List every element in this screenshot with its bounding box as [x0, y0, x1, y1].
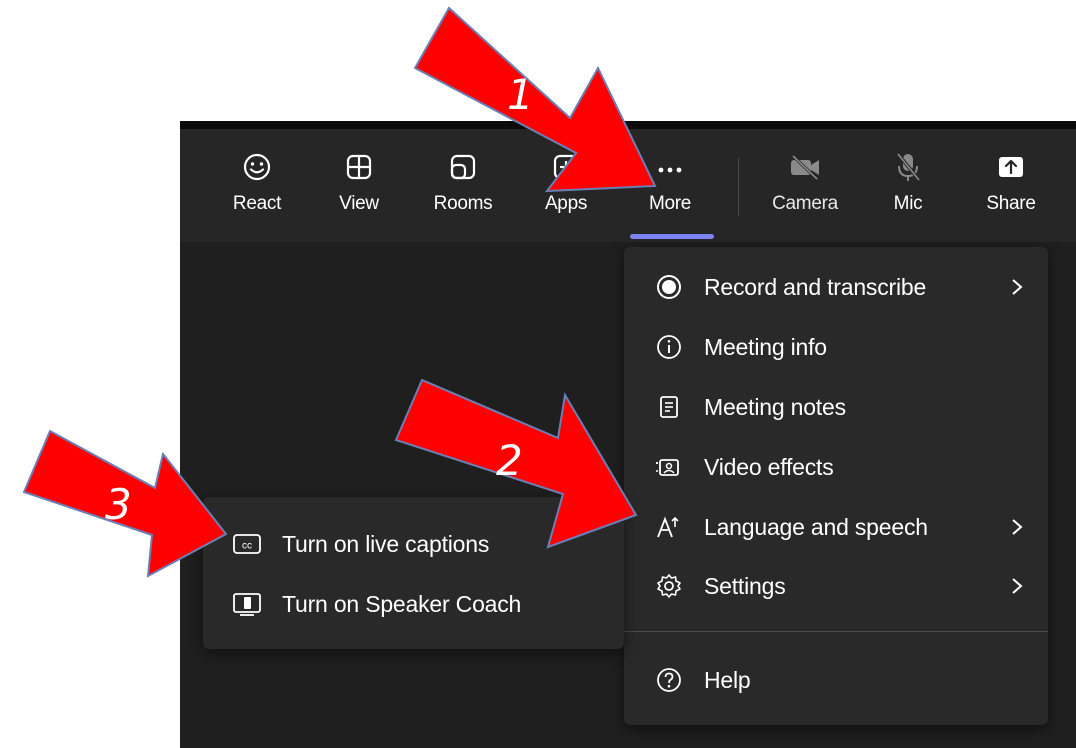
view-button[interactable]: View [324, 150, 394, 230]
react-button[interactable]: React [222, 150, 292, 230]
smiley-icon [240, 150, 274, 184]
camera-label: Camera [772, 193, 838, 214]
view-label: View [339, 193, 379, 214]
more-selected-indicator [630, 234, 714, 239]
mic-off-icon [891, 150, 925, 184]
rooms-icon [446, 150, 480, 184]
chevron-right-icon [1010, 517, 1028, 537]
submenu-item-label: Turn on Speaker Coach [282, 590, 522, 617]
grid-icon [342, 150, 376, 184]
submenu-item-label: Turn on live captions [282, 530, 490, 557]
menu-divider [624, 631, 1048, 632]
menu-item-label: Meeting info [704, 333, 827, 360]
menu-item-video-effects[interactable]: Video effects [624, 440, 1048, 494]
more-menu: Record and transcribe Meeting info Meeti… [624, 247, 1048, 725]
more-button[interactable]: More [635, 150, 705, 230]
mic-button[interactable]: Mic [873, 150, 943, 230]
share-icon [994, 150, 1028, 184]
toolbar-divider [738, 158, 739, 216]
share-label: Share [986, 193, 1036, 214]
share-button[interactable]: Share [976, 150, 1046, 230]
menu-item-label: Video effects [704, 453, 834, 480]
notes-icon [654, 392, 684, 422]
annotation-number-2: 2 [496, 436, 523, 485]
cc-icon: cc [231, 529, 263, 559]
apps-plus-icon [549, 150, 583, 184]
annotation-number-3: 3 [105, 480, 132, 529]
help-icon [654, 665, 684, 695]
video-effects-icon [654, 452, 684, 482]
info-icon [654, 332, 684, 362]
svg-text:cc: cc [242, 541, 252, 552]
camera-off-icon [788, 150, 822, 184]
gear-icon [654, 571, 684, 601]
menu-item-label: Settings [704, 572, 786, 599]
apps-label: Apps [544, 193, 588, 214]
chevron-right-icon [1010, 576, 1028, 596]
more-label: More [648, 193, 692, 214]
menu-item-meeting-notes[interactable]: Meeting notes [624, 380, 1048, 434]
mic-label: Mic [893, 193, 923, 214]
record-icon [654, 272, 684, 302]
react-label: React [232, 193, 282, 214]
ellipsis-icon [653, 150, 687, 184]
menu-item-label: Help [704, 666, 751, 693]
menu-item-meeting-info[interactable]: Meeting info [624, 320, 1048, 374]
menu-item-settings[interactable]: Settings [624, 559, 1048, 613]
submenu-item-live-captions[interactable]: cc Turn on live captions [203, 517, 624, 571]
camera-button[interactable]: Camera [770, 150, 840, 230]
menu-item-record-and-transcribe[interactable]: Record and transcribe [624, 260, 1048, 314]
menu-item-label: Meeting notes [704, 393, 846, 420]
speaker-coach-icon [231, 589, 263, 619]
chevron-right-icon [1010, 277, 1028, 297]
menu-item-label: Language and speech [704, 513, 928, 540]
submenu-item-speaker-coach[interactable]: Turn on Speaker Coach [203, 577, 624, 631]
menu-item-label: Record and transcribe [704, 273, 927, 300]
rooms-button[interactable]: Rooms [428, 150, 498, 230]
menu-item-help[interactable]: Help [624, 653, 1048, 707]
language-icon [654, 512, 684, 542]
annotation-number-1: 1 [507, 70, 534, 119]
apps-button[interactable]: Apps [531, 150, 601, 230]
language-submenu: cc Turn on live captions Turn on Speaker… [203, 497, 624, 649]
menu-item-language-and-speech[interactable]: Language and speech [624, 500, 1048, 554]
rooms-label: Rooms [433, 193, 493, 214]
